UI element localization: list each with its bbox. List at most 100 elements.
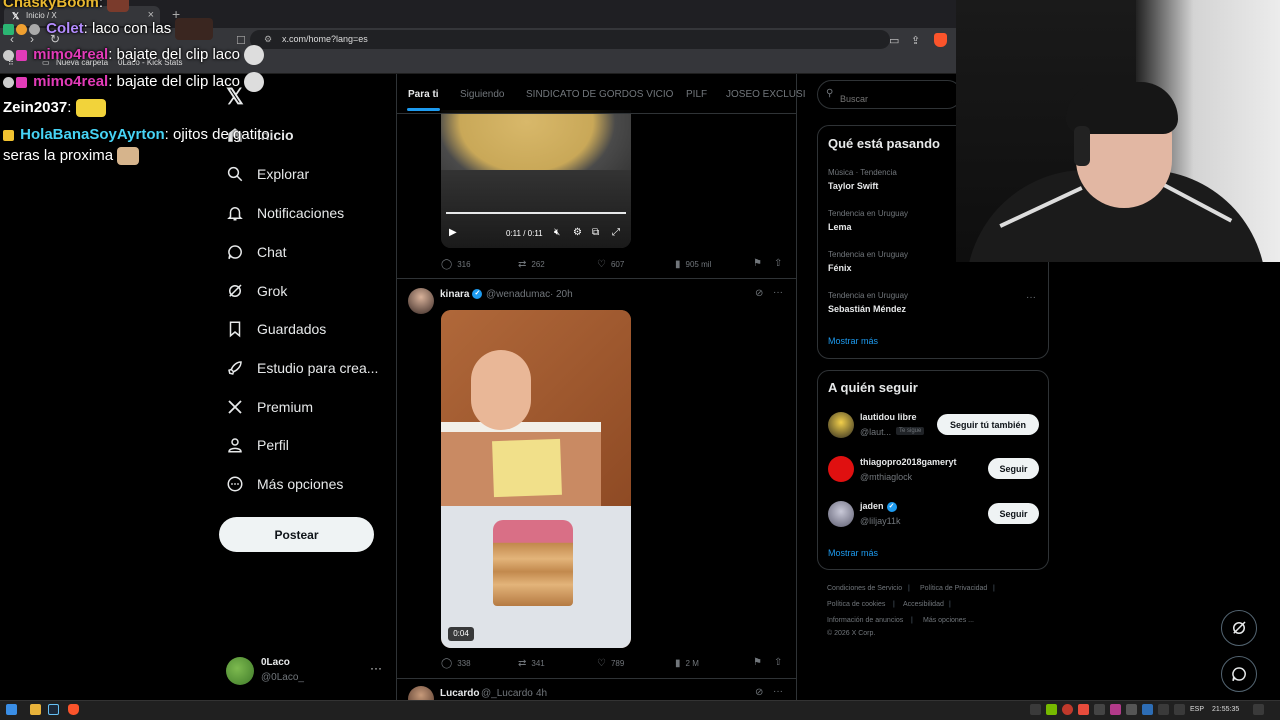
post-video[interactable]	[441, 310, 631, 648]
repost-button[interactable]: ⇄ 341	[518, 658, 545, 669]
show-more-follow[interactable]: Mostrar más	[828, 548, 878, 558]
account-switcher[interactable]: 0Laco @0Laco_ ···	[226, 655, 386, 687]
notification-icon[interactable]	[1253, 704, 1264, 715]
trend-item[interactable]: Lema	[828, 222, 852, 232]
footer-link-more[interactable]: Más opciones ...	[923, 617, 974, 624]
share-icon[interactable]: ⇧	[774, 258, 782, 269]
tray-icon[interactable]	[1078, 704, 1089, 715]
follow-button[interactable]: Seguir	[988, 458, 1039, 479]
chat-message: Colet: laco con las	[3, 18, 214, 40]
repost-button[interactable]: ⇄ 262	[518, 259, 545, 270]
avatar[interactable]	[828, 456, 854, 482]
pip-icon[interactable]: ⧉	[592, 227, 599, 238]
play-icon[interactable]: ▶	[449, 227, 457, 238]
avatar[interactable]	[408, 288, 434, 314]
avatar[interactable]	[828, 501, 854, 527]
tab-joseo[interactable]: JOSEO EXCLUSI	[726, 89, 805, 100]
sidebar-item-chat[interactable]: Chat	[226, 239, 287, 265]
grok-float-button[interactable]	[1221, 610, 1257, 646]
tray-icon[interactable]	[1062, 704, 1073, 715]
sidebar-item-guardados[interactable]: Guardados	[226, 316, 326, 342]
post-time[interactable]: 4h	[536, 688, 547, 699]
language-indicator[interactable]: ESP	[1190, 706, 1204, 713]
more-icon[interactable]: ···	[773, 686, 783, 697]
tray-icon[interactable]	[1094, 704, 1105, 715]
search-input[interactable]	[817, 80, 962, 109]
sidebar-item-estudio[interactable]: Estudio para crea...	[226, 355, 378, 381]
post-author-name[interactable]: kinara ✓	[440, 289, 483, 300]
share-icon[interactable]: ⇪	[911, 34, 920, 47]
volume-icon[interactable]	[1174, 704, 1185, 715]
sidebar-item-grok[interactable]: Grok	[226, 278, 287, 304]
grok-icon[interactable]: ⊘	[755, 288, 763, 299]
trend-item[interactable]: Sebastián Méndez	[828, 304, 906, 314]
tray-icon[interactable]	[1142, 704, 1153, 715]
reply-button[interactable]: ◯ 316	[441, 259, 471, 270]
trend-item[interactable]: Fénix	[828, 263, 852, 273]
more-icon[interactable]: ···	[1026, 292, 1036, 303]
follow-button[interactable]: Seguir	[988, 503, 1039, 524]
sidebar-item-premium[interactable]: Premium	[226, 394, 313, 420]
video-player[interactable]	[441, 110, 631, 248]
sidebar-item-notificaciones[interactable]: Notificaciones	[226, 200, 344, 226]
tab-siguiendo[interactable]: Siguiendo	[460, 89, 504, 100]
sidebar-item-perfil[interactable]: Perfil	[226, 432, 289, 458]
tray-icon[interactable]	[1110, 704, 1121, 715]
sidebar-item-explorar[interactable]: Explorar	[226, 161, 309, 187]
file-explorer-icon[interactable]	[30, 704, 41, 715]
windows-start-icon[interactable]	[6, 704, 17, 715]
steam-icon[interactable]	[48, 704, 59, 715]
grok-icon[interactable]: ⊘	[755, 687, 763, 698]
more-icon[interactable]: ···	[370, 661, 382, 675]
footer-link-terms[interactable]: Condiciones de Servicio	[827, 585, 902, 592]
post-button[interactable]: Postear	[219, 517, 374, 552]
settings-icon[interactable]: ⚙	[573, 227, 582, 238]
tab-para-ti[interactable]: Para ti	[408, 89, 439, 100]
post-author-handle[interactable]: @_Lucardo	[481, 688, 533, 699]
avatar[interactable]	[828, 412, 854, 438]
follow-name[interactable]: lautidou libre	[860, 412, 917, 422]
url-field[interactable]: x.com/home?lang=es	[250, 30, 890, 49]
post-author-name[interactable]: Lucardo	[440, 688, 479, 699]
tab-pilf[interactable]: PILF	[686, 89, 707, 100]
footer-link-ads[interactable]: Información de anuncios	[827, 617, 903, 624]
show-more-trends[interactable]: Mostrar más	[828, 336, 878, 346]
bookmark-icon[interactable]: ⚑	[753, 258, 762, 269]
footer-link-privacy[interactable]: Política de Privacidad	[920, 585, 987, 592]
share-icon[interactable]: ⇧	[774, 657, 782, 668]
post-author-handle[interactable]: @wenadumac	[486, 289, 550, 300]
video-progress-bar[interactable]	[446, 212, 626, 214]
footer-link-accessibility[interactable]: Accesibilidad	[903, 601, 944, 608]
tray-icon[interactable]	[1030, 704, 1041, 715]
like-button[interactable]: ♡ 607	[597, 259, 624, 270]
site-info-icon[interactable]: ⚙	[264, 34, 272, 45]
follow-name[interactable]: thiagopro2018gameryt	[860, 457, 957, 467]
views-button[interactable]: ▮ 2 M	[675, 658, 699, 669]
reply-button[interactable]: ◯ 338	[441, 658, 471, 669]
network-icon[interactable]	[1158, 704, 1169, 715]
like-button[interactable]: ♡ 789	[597, 658, 624, 669]
tab-sindicato[interactable]: SINDICATO DE GORDOS VICIO	[526, 89, 673, 100]
fullscreen-icon[interactable]: ⤢	[612, 227, 620, 238]
bookmark-icon[interactable]: ⚑	[753, 657, 762, 668]
brave-icon[interactable]	[68, 704, 79, 715]
more-icon[interactable]: ···	[773, 287, 783, 298]
views-button[interactable]: ▮ 905 mil	[675, 259, 711, 270]
follow-back-button[interactable]: Seguir tú también	[937, 414, 1039, 435]
sidebar-item-mas-opciones[interactable]: Más opciones	[226, 471, 343, 497]
messages-float-button[interactable]	[1221, 656, 1257, 692]
follow-name[interactable]: jaden ✓	[860, 501, 897, 512]
tray-icon[interactable]	[1126, 704, 1137, 715]
like-count: 607	[610, 260, 625, 269]
post-time[interactable]: 20h	[556, 289, 573, 300]
nvidia-icon[interactable]	[1046, 704, 1057, 715]
trend-item[interactable]: Taylor Swift	[828, 181, 878, 191]
clock[interactable]: 21:55:35	[1212, 706, 1239, 713]
footer-link-cookies[interactable]: Política de cookies	[827, 601, 885, 608]
brave-shield-icon[interactable]	[934, 33, 947, 47]
cast-icon[interactable]: ▭	[889, 34, 899, 47]
x-icon	[226, 398, 244, 416]
verified-icon: ✓	[472, 289, 483, 300]
follow-name-text: jaden	[860, 501, 884, 511]
volume-icon[interactable]: 🔇︎	[554, 227, 560, 238]
